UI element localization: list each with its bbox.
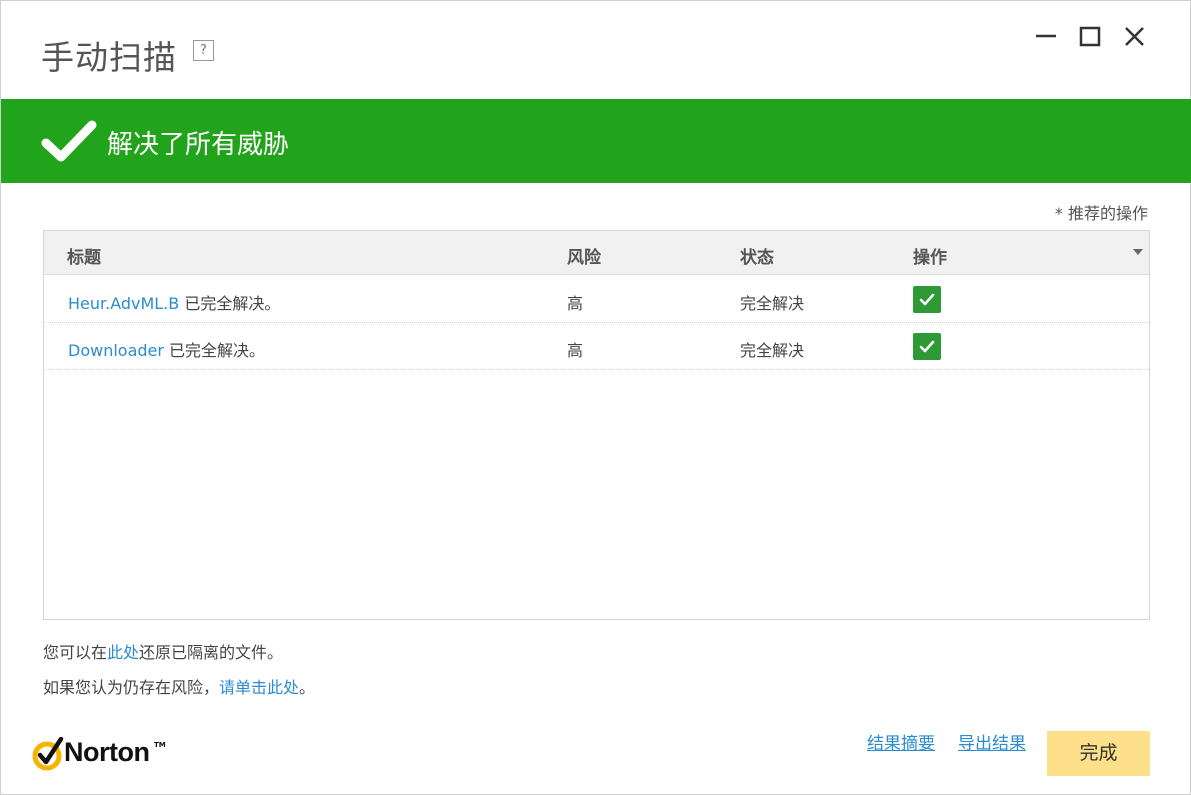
close-icon [1125, 27, 1144, 46]
status-text: 完全解决 [740, 341, 805, 360]
status-text: 完全解决 [740, 294, 805, 313]
column-header-action[interactable]: 操作 [913, 243, 947, 268]
norton-check-seal-icon [32, 737, 64, 771]
threat-resolution-text: 已完全解决。 [179, 294, 281, 313]
help-icon[interactable]: ? [193, 40, 214, 61]
norton-brand-text: Norton [64, 737, 150, 767]
risk-level: 高 [567, 294, 584, 313]
column-header-status[interactable]: 状态 [740, 243, 774, 268]
minimize-icon [1036, 34, 1056, 38]
status-banner: 解决了所有威胁 [1, 99, 1191, 183]
export-results-link[interactable]: 导出结果 [958, 729, 1026, 754]
risk-level: 高 [567, 341, 584, 360]
table-row: Downloader 已完全解决。 高 完全解决 [44, 323, 1149, 370]
column-header-title[interactable]: 标题 [67, 243, 101, 268]
restore-info: 您可以在此处还原已隔离的文件。 [43, 643, 284, 662]
close-button[interactable] [1121, 23, 1149, 51]
threat-name-link[interactable]: Downloader [68, 341, 164, 360]
threat-resolution-text: 已完全解决。 [163, 341, 266, 360]
restore-here-link[interactable]: 此处 [107, 643, 139, 662]
action-checkbox[interactable] [913, 333, 941, 360]
checkbox-check-icon [919, 340, 935, 353]
checkbox-check-icon [919, 293, 935, 306]
column-header-risk[interactable]: 风险 [567, 243, 601, 268]
action-checkbox[interactable] [913, 286, 941, 313]
window-title: 手动扫描 [41, 38, 177, 77]
trademark-mark: TM [154, 741, 166, 749]
click-here-link[interactable]: 请单击此处 [219, 678, 299, 697]
checkmark-icon [41, 120, 97, 162]
results-summary-link[interactable]: 结果摘要 [867, 729, 935, 754]
risk-info: 如果您认为仍存在风险，请单击此处。 [43, 678, 316, 697]
done-button[interactable]: 完成 [1047, 731, 1150, 776]
table-header: 标题 风险 状态 操作 [44, 231, 1149, 275]
table-row: Heur.AdvML.B 已完全解决。 高 完全解决 [44, 276, 1149, 323]
manual-scan-window: 手动扫描 ? 解决了所有威胁 * 推荐的操作 标题 风险 状态 操作 Heur.… [0, 0, 1191, 795]
banner-text: 解决了所有威胁 [107, 130, 290, 160]
maximize-icon [1079, 26, 1101, 47]
recommended-action-note: * 推荐的操作 [1054, 204, 1148, 223]
sort-dropdown-icon[interactable] [1133, 249, 1143, 255]
maximize-button[interactable] [1076, 23, 1104, 51]
threats-table: 标题 风险 状态 操作 Heur.AdvML.B 已完全解决。 高 完全解决 D… [43, 230, 1150, 620]
minimize-button[interactable] [1032, 23, 1060, 51]
threat-name-link[interactable]: Heur.AdvML.B [68, 294, 179, 313]
